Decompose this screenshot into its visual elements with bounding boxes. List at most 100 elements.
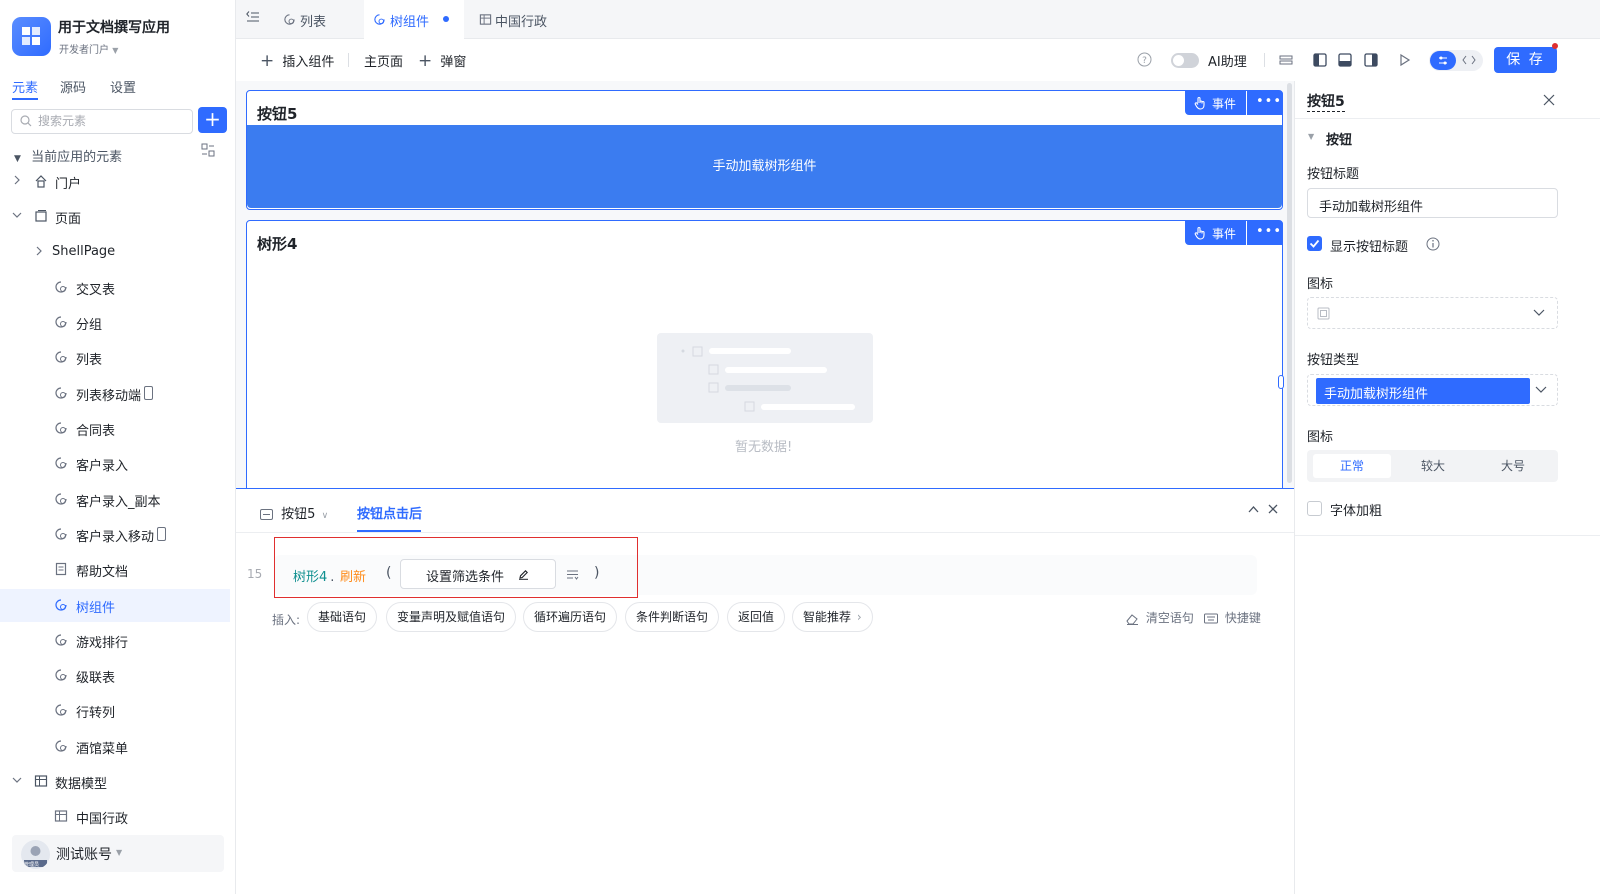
divider <box>1295 535 1600 536</box>
tree-item-page[interactable]: 列表 <box>0 341 230 374</box>
tree-item-label: 游戏排行 <box>76 636 129 651</box>
page-icon <box>54 633 68 647</box>
clear-statements-button[interactable]: 清空语句 <box>1126 609 1194 626</box>
tree-item-page[interactable]: 分组 <box>0 306 230 339</box>
tree-item-page[interactable]: 帮助文档 <box>0 553 230 586</box>
tree-item-label: 树组件 <box>76 601 116 616</box>
insert-component-button[interactable]: + 插入组件 <box>260 51 334 71</box>
properties-title[interactable]: 按钮5 <box>1307 91 1345 112</box>
button-component[interactable]: 按钮5 事件 ••• 手动加载树形组件 <box>246 90 1283 210</box>
view-mode-switch[interactable] <box>1429 50 1483 71</box>
tab-settings[interactable]: 设置 <box>110 77 136 96</box>
close-icon[interactable] <box>1543 94 1555 106</box>
search-input[interactable] <box>38 110 188 132</box>
tree-item-data-model[interactable]: 数据模型 <box>0 765 230 798</box>
tree-item-page[interactable]: 客户录入_副本 <box>0 483 230 516</box>
collapse-sidebar-icon[interactable] <box>246 11 260 23</box>
tree-item-page[interactable]: 客户录入移动 <box>0 518 230 551</box>
chevron-down-icon <box>12 210 22 220</box>
tab-china-admin[interactable]: 中国行政 <box>472 0 572 39</box>
divider <box>1295 118 1600 119</box>
chip-basic-statement[interactable]: 基础语句 <box>307 602 378 632</box>
user-role: 管理员 <box>24 862 40 868</box>
chip-variable-statement[interactable]: 变量声明及赋值语句 <box>386 602 517 632</box>
clear-label: 清空语句 <box>1145 611 1194 625</box>
event-label: 事件 <box>1212 97 1237 111</box>
size-option-normal[interactable]: 正常 <box>1313 454 1391 478</box>
resize-handle[interactable] <box>1278 375 1284 389</box>
add-element-button[interactable]: + <box>198 107 227 133</box>
divider <box>348 53 349 67</box>
code-mode-icon[interactable] <box>1462 54 1476 66</box>
chip-loop-statement[interactable]: 循环遍历语句 <box>523 602 618 632</box>
page-icon <box>283 13 296 26</box>
page-icon <box>54 280 68 294</box>
bottom-panel-icon[interactable] <box>1338 53 1352 67</box>
tree-component[interactable]: 树形4 事件 ••• 暂无数据! <box>246 220 1283 488</box>
tree-item-page[interactable]: 级联表 <box>0 659 230 692</box>
show-title-checkbox[interactable] <box>1307 236 1322 251</box>
right-panel-icon[interactable] <box>1364 53 1378 67</box>
button-type-select[interactable]: 手动加载树形组件 <box>1307 374 1558 406</box>
tree-item-page[interactable]: 客户录入 <box>0 447 230 480</box>
section-title: 当前应用的元素 <box>31 150 123 165</box>
home-page-button[interactable]: 主页面 <box>364 51 403 70</box>
section-toggle[interactable]: ▼ 当前应用的元素 <box>14 146 122 165</box>
page-icon <box>54 527 68 541</box>
tree-item-page[interactable]: 列表移动端 <box>0 377 230 410</box>
design-mode-icon[interactable] <box>1430 51 1456 70</box>
tab-tree-component[interactable]: 树组件 <box>364 0 464 39</box>
more-button[interactable]: ••• <box>1247 221 1283 245</box>
page-icon <box>54 456 68 470</box>
event-button[interactable]: 事件 <box>1185 221 1246 245</box>
left-sidebar: 用于文档撰写应用 开发者门户 ▼ 元素 源码 设置 + ▼ 当前应用的元素 门户… <box>0 0 236 894</box>
tree-item-page[interactable]: 合同表 <box>0 412 230 445</box>
layout-icon[interactable] <box>1279 53 1293 67</box>
chip-condition-statement[interactable]: 条件判断语句 <box>625 602 720 632</box>
info-icon[interactable] <box>1426 237 1440 251</box>
size-option-larger[interactable]: 较大 <box>1394 454 1472 478</box>
save-button[interactable]: 保 存 <box>1494 47 1557 73</box>
line-number: 15 <box>247 567 263 581</box>
shortcut-button[interactable]: 快捷键 <box>1204 609 1261 626</box>
tree-item-shellpage[interactable]: ShellPage <box>0 236 230 269</box>
close-icon[interactable] <box>1268 504 1278 514</box>
size-option-large[interactable]: 大号 <box>1474 454 1552 478</box>
tree-item-pages[interactable]: 页面 <box>0 200 230 233</box>
chip-return-value[interactable]: 返回值 <box>727 602 786 632</box>
icon-select[interactable] <box>1307 297 1558 329</box>
chip-smart-recommend[interactable]: 智能推荐 › <box>792 602 873 632</box>
play-icon[interactable] <box>1397 53 1411 67</box>
editor-tabs: 列表 树组件 中国行政 <box>236 0 1600 39</box>
tab-on-click[interactable]: 按钮点击后 <box>357 503 422 522</box>
bold-font-checkbox[interactable] <box>1307 501 1322 516</box>
event-button[interactable]: 事件 <box>1185 91 1246 115</box>
chevron-down-icon: ▼ <box>116 848 123 857</box>
tree-item-page[interactable]: 酒馆菜单 <box>0 730 230 763</box>
left-panel-icon[interactable] <box>1313 53 1327 67</box>
manual-load-tree-button[interactable]: 手动加载树形组件 <box>247 125 1282 208</box>
tab-list[interactable]: 列表 <box>276 0 364 39</box>
collapse-all-icon[interactable] <box>201 143 215 157</box>
ai-assistant-toggle[interactable] <box>1171 53 1199 68</box>
component-selector[interactable]: 按钮5 ∨ <box>260 503 328 522</box>
canvas-scrollbar[interactable] <box>1287 83 1292 483</box>
user-menu[interactable]: 管理员 测试账号 ▼ <box>12 835 224 872</box>
tab-elements[interactable]: 元素 <box>12 77 38 96</box>
more-button[interactable]: ••• <box>1247 91 1283 115</box>
portal-selector[interactable]: 开发者门户 ▼ <box>59 41 118 56</box>
chevron-up-icon[interactable] <box>1248 505 1259 513</box>
tree-item-page[interactable]: 游戏排行 <box>0 624 230 657</box>
page-icon <box>54 492 68 506</box>
tree-item-portal[interactable]: 门户 <box>0 165 230 198</box>
tab-source[interactable]: 源码 <box>60 77 86 96</box>
button-title-input[interactable]: 手动加载树形组件 <box>1307 188 1558 218</box>
tree-item-page-selected[interactable]: 树组件 <box>0 589 230 622</box>
chevron-down-icon: ∨ <box>321 511 329 521</box>
tree-item-table[interactable]: 中国行政 <box>0 800 230 833</box>
help-icon[interactable]: ? <box>1137 52 1152 67</box>
tree-item-page[interactable]: 行转列 <box>0 694 230 727</box>
popup-button[interactable]: + 弹窗 <box>418 51 466 71</box>
caret-down-icon[interactable]: ▼ <box>1308 132 1314 141</box>
tree-item-page[interactable]: 交叉表 <box>0 271 230 304</box>
